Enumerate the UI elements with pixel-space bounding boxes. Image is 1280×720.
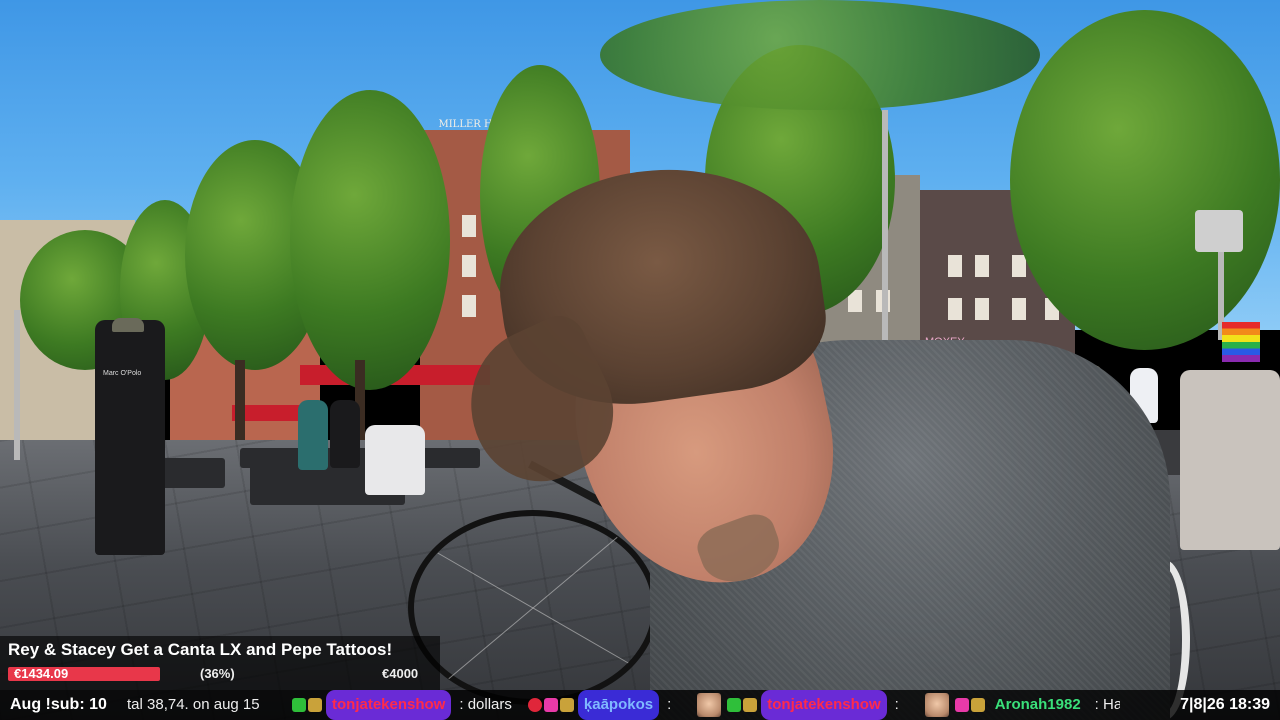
chat-message: : — [894, 696, 899, 713]
sitting-person — [330, 400, 360, 468]
chat-message: : Haha — [1094, 696, 1120, 713]
sitting-person — [365, 425, 425, 495]
chat-username: tonjatekenshow — [326, 690, 452, 720]
window — [975, 255, 989, 277]
tree — [1010, 10, 1280, 350]
sitting-group — [1180, 370, 1280, 550]
loudspeaker — [1195, 210, 1243, 252]
sub-ticker-text: tal 38,74. on aug 15 — [127, 696, 260, 713]
sub-count: Aug !sub: 10 — [10, 696, 107, 713]
window — [975, 298, 989, 320]
bicycle-wheel — [408, 510, 658, 705]
face-emote-icon — [924, 693, 949, 717]
chat-message: : — [667, 696, 672, 713]
heart-badge-icon — [527, 698, 542, 712]
chat-username: tonjatekenshow — [761, 690, 887, 720]
sitting-person — [298, 400, 328, 470]
pepe-badge-icon — [559, 698, 574, 712]
window — [462, 295, 476, 317]
stream-video: MILLER HOTEL MOXEY Marc O'Polo — [0, 0, 1280, 720]
sub-badge-icon — [727, 698, 742, 712]
goal-percent: (36%) — [200, 666, 235, 681]
pedestrian: Marc O'Polo — [95, 320, 165, 555]
rainbow-flag — [1222, 322, 1260, 362]
tree-canopy-top — [600, 0, 1040, 110]
chat-username: ķaāpokos — [577, 690, 660, 720]
bench — [240, 448, 480, 468]
face-emote-icon — [697, 693, 722, 717]
pepe-badge-icon — [970, 698, 985, 712]
chat-message: : dollars — [459, 696, 512, 713]
goal-current-amount: €1434.09 — [14, 666, 69, 681]
goal-title: Rey & Stacey Get a Canta LX and Pepe Tat… — [8, 640, 393, 659]
chat-ticker: tonjatekenshow : dollars ķaāpokos : tonj… — [292, 690, 1120, 720]
pepe-badge-icon — [308, 698, 322, 712]
chat-username: Aronah1982 — [994, 696, 1081, 713]
window — [462, 215, 476, 237]
pepe-badge-icon — [743, 698, 758, 712]
tree — [290, 90, 450, 390]
bottom-ticker: Aug !sub: 10 tal 38,74. on aug 15 tonjat… — [0, 690, 1280, 720]
shirt-print: Marc O'Polo — [103, 370, 142, 377]
donation-goal: Rey & Stacey Get a Canta LX and Pepe Tat… — [0, 636, 440, 690]
tree-trunk — [235, 360, 245, 440]
window — [948, 298, 962, 320]
window — [1012, 298, 1026, 320]
gift-badge-icon — [543, 698, 558, 712]
window — [462, 255, 476, 277]
goal-target-amount: €4000 — [382, 666, 419, 681]
bench — [155, 458, 225, 488]
window — [1012, 255, 1026, 277]
pedestrian-cap — [112, 318, 144, 332]
stream-clock: 7|8|26 18:39 — [1180, 696, 1270, 713]
sub-badge-icon — [292, 698, 306, 712]
street-lamp — [882, 110, 888, 360]
gift-badge-icon — [954, 698, 969, 712]
window — [948, 255, 962, 277]
street-lamp — [14, 310, 20, 460]
